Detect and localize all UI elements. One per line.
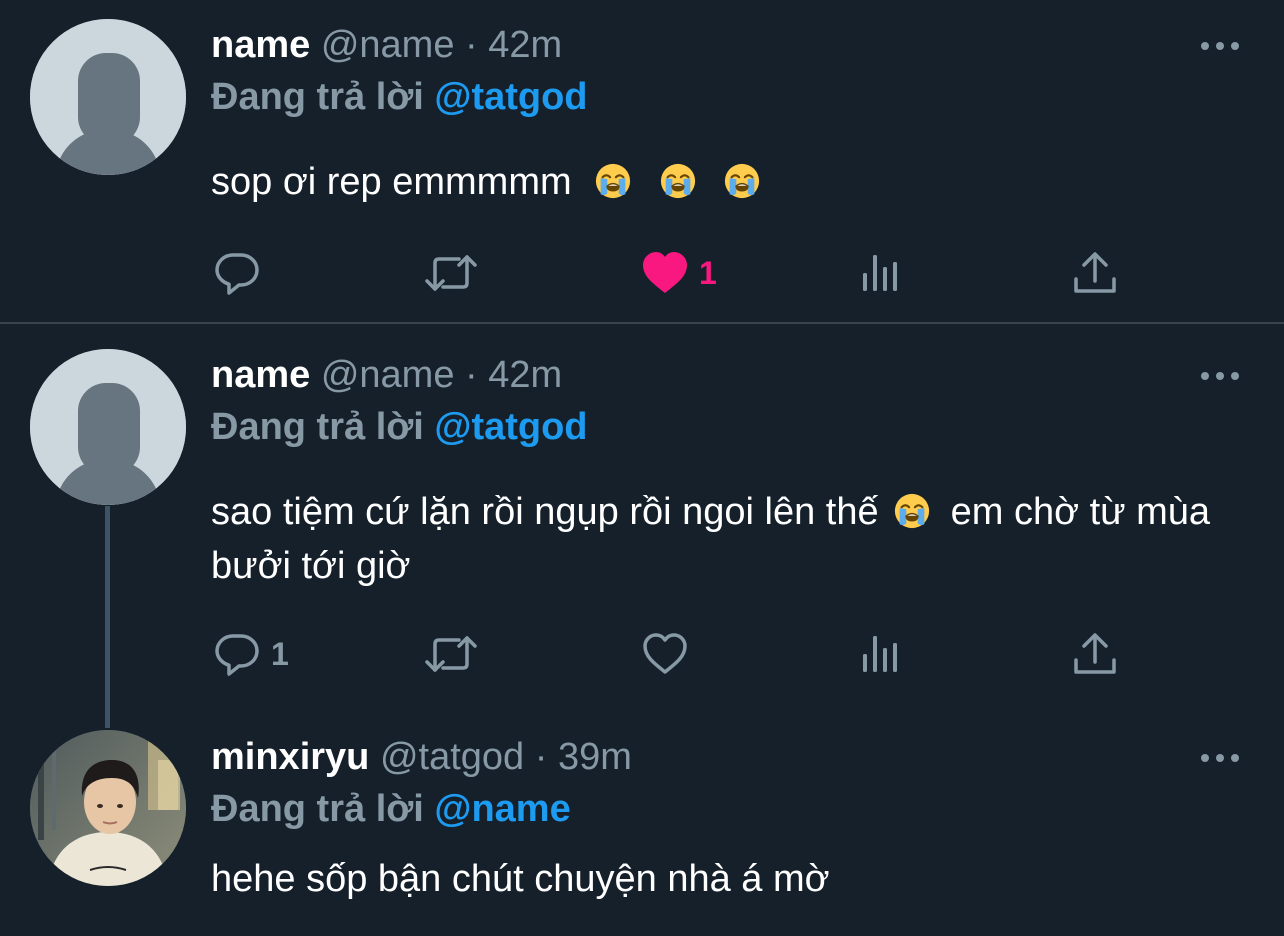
retweet-button[interactable] — [423, 248, 479, 298]
retweet-icon — [423, 249, 479, 297]
avatar[interactable] — [30, 730, 186, 886]
loudly-crying-face-emoji — [594, 162, 632, 200]
share-icon — [1071, 249, 1119, 297]
separator-dot: · — [465, 24, 478, 66]
reply-count: 1 — [271, 635, 289, 672]
like-button[interactable] — [641, 629, 689, 679]
default-avatar-icon — [30, 19, 186, 175]
tweet-1[interactable]: name @name · 42m Đang trả lời @tatgod so… — [0, 0, 1284, 322]
user-handle[interactable]: @name — [321, 24, 455, 66]
tweet-time[interactable]: 39m — [558, 736, 632, 778]
replying-to: Đang trả lời @tatgod — [211, 74, 588, 120]
more-button[interactable] — [1198, 748, 1242, 768]
retweet-button[interactable] — [423, 629, 479, 679]
display-name[interactable]: minxiryu — [211, 736, 369, 778]
retweet-icon — [423, 630, 479, 678]
replying-to: Đang trả lời @name — [211, 786, 571, 832]
reply-icon — [213, 249, 261, 297]
like-button[interactable]: 1 — [641, 248, 717, 298]
tweet-3[interactable]: minxiryu @tatgod · 39m Đang trả lời @nam… — [0, 724, 1284, 936]
user-handle[interactable]: @tatgod — [380, 736, 524, 778]
loudly-crying-face-emoji — [723, 162, 761, 200]
tweet-header: name @name · 42m — [211, 352, 562, 398]
replying-to: Đang trả lời @tatgod — [211, 404, 588, 450]
profile-photo — [30, 730, 186, 886]
thread-connector — [105, 506, 110, 728]
reply-button[interactable] — [213, 248, 261, 298]
loudly-crying-face-emoji — [659, 162, 697, 200]
display-name[interactable]: name — [211, 24, 310, 66]
replying-to-label: Đang trả lời — [211, 788, 424, 830]
tweet-text-content: hehe sốp bận chút chuyện nhà á mờ — [211, 858, 830, 900]
separator-dot: · — [534, 736, 548, 778]
reply-icon — [213, 630, 261, 678]
tweet-text: sop ơi rep emmmmm — [211, 155, 1211, 209]
separator-dot: · — [465, 354, 478, 396]
tweet-actions: 1 — [211, 629, 1211, 679]
replying-to-label: Đang trả lời — [211, 406, 424, 448]
tweet-header: name @name · 42m — [211, 22, 562, 68]
user-handle[interactable]: @name — [321, 354, 455, 396]
replying-to-handle[interactable]: @name — [434, 788, 570, 830]
reply-button[interactable]: 1 — [213, 629, 289, 679]
views-button[interactable] — [857, 248, 905, 298]
replying-to-handle[interactable]: @tatgod — [434, 76, 587, 118]
replying-to-handle[interactable]: @tatgod — [434, 406, 587, 448]
more-button[interactable] — [1198, 36, 1242, 56]
views-icon — [857, 249, 905, 297]
views-icon — [857, 630, 905, 678]
default-avatar-icon — [30, 349, 186, 505]
like-count: 1 — [699, 254, 717, 291]
heart-icon — [641, 249, 689, 297]
more-icon — [1198, 366, 1242, 386]
tweet-header: minxiryu @tatgod · 39m — [211, 734, 632, 780]
tweet-text-content: sop ơi rep emmmmm — [211, 161, 572, 203]
share-button[interactable] — [1071, 248, 1119, 298]
avatar[interactable] — [30, 349, 186, 505]
heart-icon — [641, 630, 689, 678]
more-icon — [1198, 36, 1242, 56]
tweet-text: sao tiệm cứ lặn rồi ngụp rồi ngoi lên th… — [211, 485, 1211, 593]
share-icon — [1071, 630, 1119, 678]
tweet-time[interactable]: 42m — [488, 354, 562, 396]
views-button[interactable] — [857, 629, 905, 679]
tweet-actions: 1 — [211, 248, 1211, 298]
replying-to-label: Đang trả lời — [211, 76, 424, 118]
share-button[interactable] — [1071, 629, 1119, 679]
tweet-text-line-1: sao tiệm cứ lặn rồi ngụp rồi ngoi lên th… — [211, 491, 879, 533]
more-icon — [1198, 748, 1242, 768]
display-name[interactable]: name — [211, 354, 310, 396]
loudly-crying-face-emoji — [893, 492, 931, 530]
tweet-text: hehe sốp bận chút chuyện nhà á mờ — [211, 852, 1211, 906]
tweet-2[interactable]: name @name · 42m Đang trả lời @tatgod sa… — [0, 324, 1284, 724]
more-button[interactable] — [1198, 366, 1242, 386]
tweet-time[interactable]: 42m — [488, 24, 562, 66]
avatar[interactable] — [30, 19, 186, 175]
